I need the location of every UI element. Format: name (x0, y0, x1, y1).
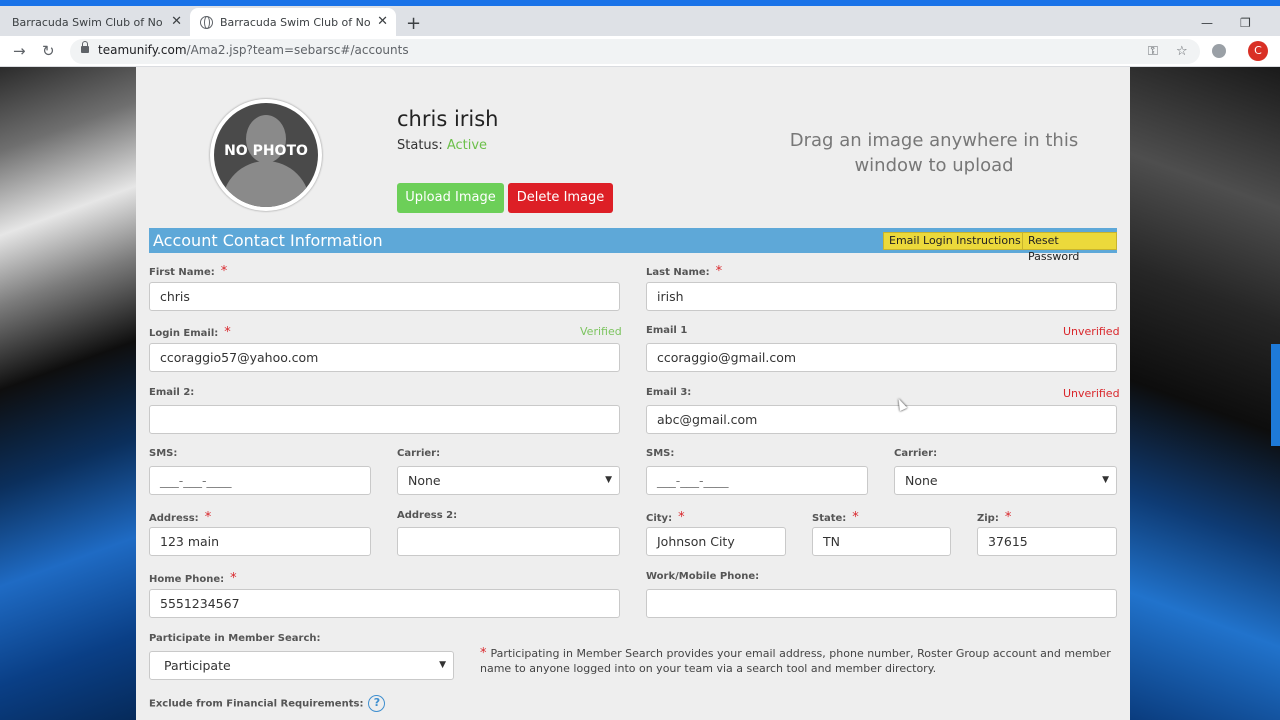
carrier1-label: Carrier: (397, 448, 441, 459)
address2-label: Address 2: (397, 510, 458, 521)
sms1-field[interactable]: ___-___-____ (149, 466, 371, 495)
email3-field[interactable]: abc@gmail.com (646, 405, 1117, 434)
carrier2-label: Carrier: (894, 448, 938, 459)
new-tab-icon[interactable]: + (406, 15, 421, 33)
browser-tab-1[interactable]: Barracuda Swim Club of Northea ✕ (0, 8, 190, 36)
lock-icon (81, 41, 89, 53)
carrier1-select[interactable]: None ▼ (397, 466, 620, 495)
email-login-instructions-button[interactable]: Email Login Instructions (883, 232, 1027, 250)
tab-title: Barracuda Swim Club of Northea (220, 15, 370, 29)
browser-toolbar: → ↻ teamunify.com/Ama2.jsp?team=sebarsc#… (0, 36, 1280, 67)
upload-image-button[interactable]: Upload Image (397, 183, 504, 213)
close-tab-icon[interactable]: ✕ (171, 14, 182, 29)
status-label: Status: (397, 138, 443, 153)
tab-bar: Barracuda Swim Club of Northea ✕ Barracu… (0, 6, 1280, 36)
home-phone-label: Home Phone: * (149, 571, 237, 586)
no-photo-label: NO PHOTO (224, 143, 308, 159)
address2-field[interactable] (397, 527, 620, 556)
email1-label: Email 1 (646, 325, 688, 336)
city-field[interactable]: Johnson City (646, 527, 786, 556)
dropdown-caret-icon: ▼ (439, 660, 446, 670)
restore-icon[interactable]: ❐ (1240, 16, 1251, 30)
address-bar[interactable]: teamunify.com/Ama2.jsp?team=sebarsc#/acc… (70, 39, 1200, 64)
help-icon[interactable]: ? (368, 695, 386, 712)
sms2-label: SMS: (646, 448, 675, 459)
background-right-decoration (1130, 67, 1280, 720)
zip-label: Zip: * (977, 510, 1012, 525)
last-name-label: Last Name: * (646, 264, 723, 279)
profile-photo: NO PHOTO (210, 99, 322, 211)
status-badge: Active (446, 138, 488, 153)
home-phone-field[interactable]: 5551234567 (149, 589, 620, 618)
work-phone-label: Work/Mobile Phone: (646, 571, 760, 582)
section-title: Account Contact Information (153, 231, 383, 250)
login-email-verified-badge: Verified (580, 325, 622, 338)
state-label: State: * (812, 510, 859, 525)
member-status: Status: Active (397, 138, 487, 153)
extension-icon[interactable] (1212, 44, 1226, 58)
email1-unverified-badge: Unverified (1063, 325, 1120, 338)
work-phone-field[interactable] (646, 589, 1117, 618)
account-page: NO PHOTO chris irish Status: Active Uploa… (136, 67, 1130, 720)
city-label: City: * (646, 510, 685, 525)
last-name-field[interactable]: irish (646, 282, 1117, 311)
member-search-select[interactable]: Participate ▼ (149, 651, 454, 680)
section-header: Account Contact Information Email Login … (149, 228, 1117, 263)
sms2-field[interactable]: ___-___-____ (646, 466, 868, 495)
dropdown-caret-icon: ▼ (605, 475, 612, 485)
forward-icon[interactable]: → (13, 42, 26, 60)
email3-label: Email 3: (646, 387, 692, 398)
delete-image-button[interactable]: Delete Image (508, 183, 613, 213)
login-email-field[interactable]: ccoraggio57@yahoo.com (149, 343, 620, 372)
email2-field[interactable] (149, 405, 620, 434)
minimize-icon[interactable]: — (1201, 16, 1213, 30)
close-tab-icon[interactable]: ✕ (377, 14, 388, 29)
reset-password-button[interactable]: Reset Password (1022, 232, 1117, 263)
url-text: teamunify.com/Ama2.jsp?team=sebarsc#/acc… (98, 43, 409, 57)
key-icon[interactable]: ⚿ (1148, 44, 1158, 59)
email2-label: Email 2: (149, 387, 195, 398)
first-name-field[interactable]: chris (149, 282, 620, 311)
email3-unverified-badge: Unverified (1063, 387, 1120, 400)
email1-field[interactable]: ccoraggio@gmail.com (646, 343, 1117, 372)
zip-field[interactable]: 37615 (977, 527, 1117, 556)
first-name-label: First Name: * (149, 264, 228, 279)
member-search-note: * Participating in Member Search provides… (480, 646, 1111, 675)
sms1-label: SMS: (149, 448, 178, 459)
address-label: Address: * (149, 510, 212, 525)
dropdown-caret-icon: ▼ (1102, 475, 1109, 485)
profile-avatar[interactable]: C (1248, 41, 1268, 61)
address-field[interactable]: 123 main (149, 527, 371, 556)
exclude-financial-label: Exclude from Financial Requirements:? (149, 695, 386, 712)
globe-icon (200, 15, 213, 29)
state-field[interactable]: TN (812, 527, 951, 556)
tab-title: Barracuda Swim Club of Northea (12, 15, 162, 29)
login-email-label: Login Email: * (149, 325, 231, 340)
star-icon[interactable]: ☆ (1176, 44, 1188, 59)
reload-icon[interactable]: ↻ (42, 42, 55, 60)
background-left-decoration (0, 67, 136, 720)
member-name: chris irish (397, 107, 499, 131)
carrier2-select[interactable]: None ▼ (894, 466, 1117, 495)
member-search-label: Participate in Member Search: (149, 633, 321, 644)
browser-tab-2-active[interactable]: Barracuda Swim Club of Northea ✕ (190, 8, 396, 36)
image-drop-hint: Drag an image anywhere in this window to… (789, 130, 1079, 176)
